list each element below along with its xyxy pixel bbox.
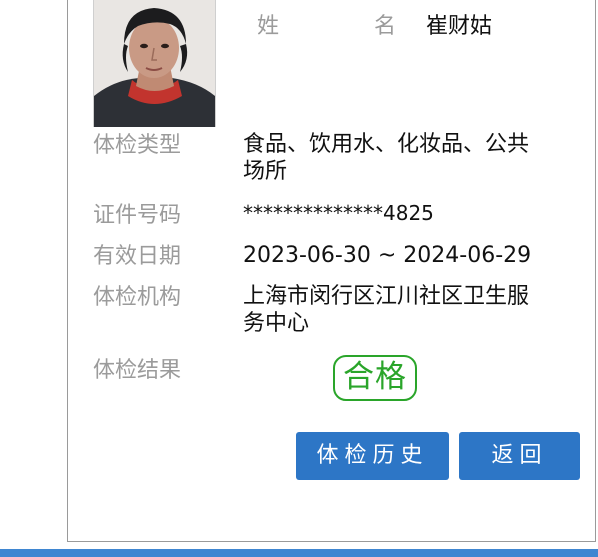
result-label: 体检结果: [93, 358, 182, 383]
exam-type-label: 体检类型: [93, 133, 182, 158]
exam-history-button[interactable]: 体检历史: [296, 432, 449, 480]
organization-label: 体检机构: [93, 285, 182, 310]
name-label: 姓 名: [257, 14, 440, 39]
name-value: 崔财姑: [426, 14, 493, 39]
id-number-label: 证件号码: [93, 203, 182, 228]
bottom-accent-bar: [0, 549, 598, 557]
organization-value: 上海市闵行区江川社区卫生服务中心: [243, 284, 530, 336]
validity-label: 有效日期: [93, 244, 182, 269]
profile-photo: [93, 0, 216, 127]
id-number-value: **************4825: [243, 201, 434, 225]
back-button[interactable]: 返回: [459, 432, 580, 480]
exam-type-value: 食品、饮用水、化妆品、公共场所: [243, 132, 530, 184]
result-qualified-stamp: 合格: [333, 355, 417, 401]
validity-value: 2023-06-30 ~ 2024-06-29: [243, 243, 532, 268]
